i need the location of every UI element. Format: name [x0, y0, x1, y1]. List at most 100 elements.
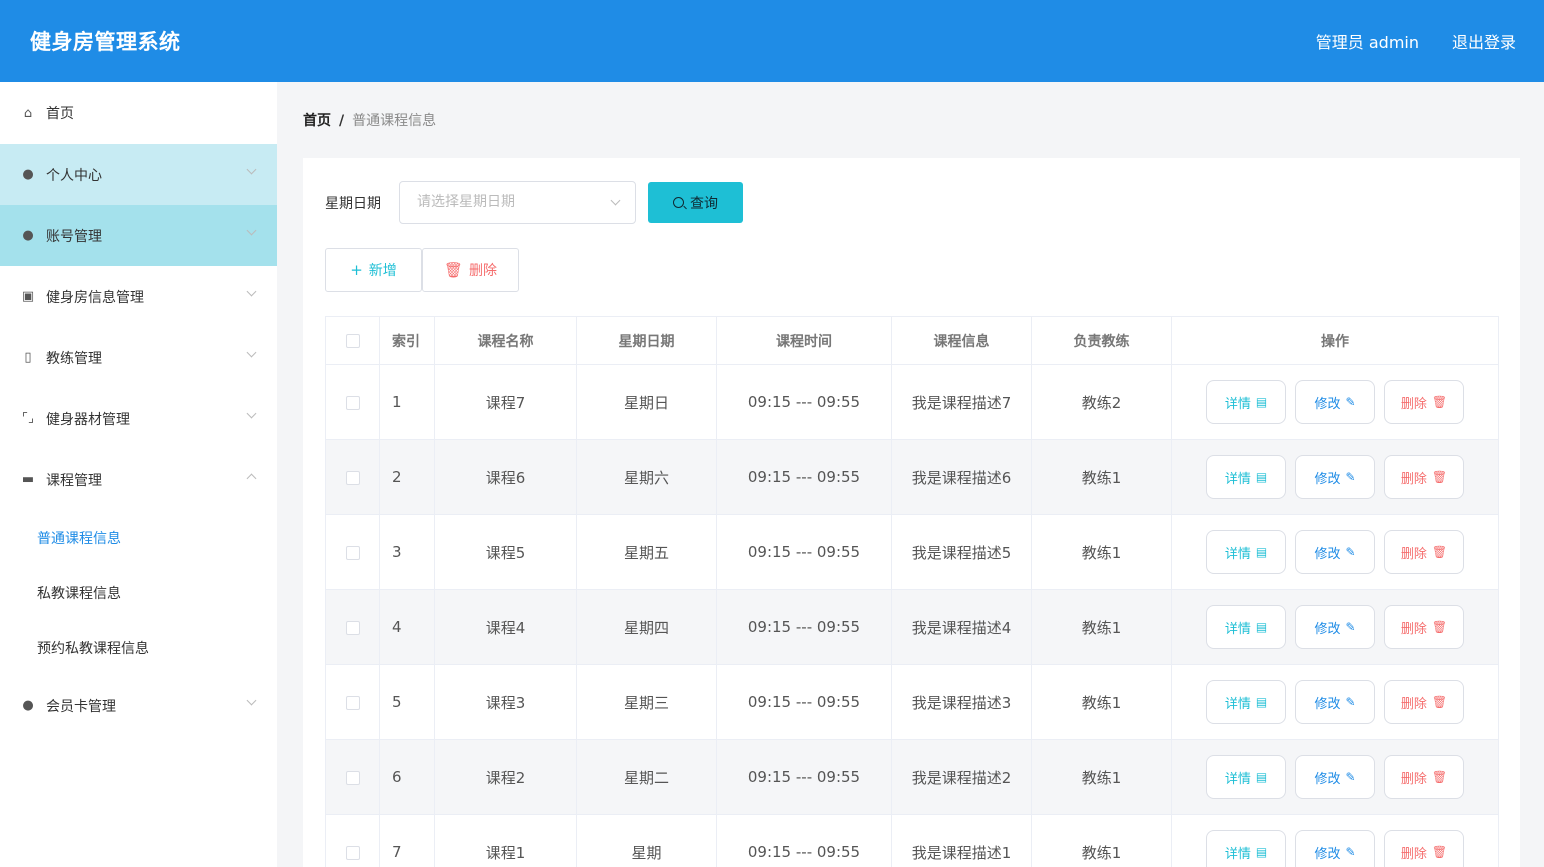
- edit-button[interactable]: 修改 ✎: [1295, 830, 1375, 867]
- row-checkbox[interactable]: [345, 845, 360, 860]
- cell-actions: 详情 ▤ 修改 ✎ 删除 🗑: [1171, 739, 1499, 815]
- edit-button[interactable]: 修改 ✎: [1295, 455, 1375, 499]
- detail-button[interactable]: 详情 ▤: [1206, 455, 1286, 499]
- column-header-actions: 操作: [1171, 316, 1499, 365]
- detail-button[interactable]: 详情 ▤: [1206, 380, 1286, 424]
- current-user-label: 管理员 admin: [1315, 33, 1419, 52]
- delete-button[interactable]: 删除 🗑: [1384, 530, 1464, 574]
- delete-button[interactable]: 删除 🗑: [1384, 755, 1464, 799]
- cell-index: 2: [379, 439, 435, 515]
- chevron-up-icon: [246, 473, 257, 484]
- cell-index: 5: [379, 664, 435, 740]
- column-header-name: 课程名称: [434, 316, 577, 365]
- course-table: 索引 课程名称 星期日期 课程时间 课程信息 负责教练 操作 1 课程7 星期日 09…: [325, 316, 1499, 867]
- row-checkbox[interactable]: [345, 395, 360, 410]
- trash-icon: 🗑: [1431, 770, 1448, 784]
- delete-button[interactable]: 删除 🗑: [1384, 680, 1464, 724]
- table-row: 3 课程5 星期五 09:15 --- 09:55 我是课程描述5 教练1 详情 ▤ 修改 ✎ 删除…: [325, 514, 1499, 590]
- sidebar-subitem-regular-course[interactable]: 普通课程信息: [0, 510, 277, 565]
- chevron-down-icon: [246, 286, 257, 297]
- row-checkbox[interactable]: [345, 545, 360, 560]
- detail-button-label: 详情: [1224, 471, 1251, 487]
- cell-index: 6: [379, 739, 435, 815]
- chevron-down-icon: [246, 695, 257, 706]
- cell-index: 4: [379, 589, 435, 665]
- chevron-down-icon: [246, 347, 257, 358]
- cell-weekday: 星期三: [576, 664, 717, 740]
- edit-button[interactable]: 修改 ✎: [1295, 680, 1375, 724]
- row-checkbox[interactable]: [345, 695, 360, 710]
- edit-button[interactable]: 修改 ✎: [1295, 755, 1375, 799]
- delete-button[interactable]: 删除 🗑: [1384, 830, 1464, 867]
- breadcrumb-home[interactable]: 首页: [303, 113, 331, 129]
- cell-coach: 教练1: [1031, 589, 1172, 665]
- cell-actions: 详情 ▤ 修改 ✎ 删除 🗑: [1171, 364, 1499, 440]
- delete-button[interactable]: 删除 🗑: [1384, 605, 1464, 649]
- cell-course-name: 课程5: [434, 514, 577, 590]
- edit-button[interactable]: 修改 ✎: [1295, 380, 1375, 424]
- detail-button[interactable]: 详情 ▤: [1206, 680, 1286, 724]
- edit-button[interactable]: 修改 ✎: [1295, 530, 1375, 574]
- row-checkbox[interactable]: [345, 620, 360, 635]
- row-actions: 详情 ▤ 修改 ✎ 删除 🗑: [1172, 830, 1498, 867]
- sidebar-subitem-private-booking[interactable]: 预约私教课程信息: [0, 620, 277, 675]
- row-checkbox[interactable]: [345, 770, 360, 785]
- sidebar-item-account-management[interactable]: ● 账号管理: [0, 205, 277, 266]
- sidebar-subitem-private-course[interactable]: 私教课程信息: [0, 565, 277, 620]
- edit-button-label: 修改: [1314, 546, 1341, 562]
- detail-button[interactable]: 详情 ▤: [1206, 755, 1286, 799]
- detail-button[interactable]: 详情 ▤: [1206, 530, 1286, 574]
- delete-button[interactable]: 删除 🗑: [1384, 380, 1464, 424]
- document-icon: ▤: [1255, 695, 1268, 709]
- chevron-down-icon: [246, 225, 257, 236]
- add-button[interactable]: + 新增: [325, 248, 422, 292]
- edit-button-label: 修改: [1314, 771, 1341, 787]
- cell-coach: 教练1: [1031, 439, 1172, 515]
- cell-coach: 教练1: [1031, 814, 1172, 867]
- edit-button-label: 修改: [1314, 846, 1341, 862]
- select-all-checkbox[interactable]: [345, 333, 360, 348]
- pencil-icon: ✎: [1345, 470, 1356, 484]
- logout-link[interactable]: 退出登录: [1452, 29, 1516, 53]
- detail-button[interactable]: 详情 ▤: [1206, 605, 1286, 649]
- edit-button[interactable]: 修改 ✎: [1295, 605, 1375, 649]
- table-row: 7 课程1 星期 09:15 --- 09:55 我是课程描述1 教练1 详情 ▤ 修改 ✎ 删除 🗑: [325, 814, 1499, 867]
- column-header-time: 课程时间: [716, 316, 892, 365]
- sidebar-item-equipment[interactable]: ⌜⌟ 健身器材管理: [0, 388, 277, 449]
- pencil-icon: ✎: [1345, 845, 1356, 859]
- delete-button-label: 删除: [1400, 396, 1427, 412]
- detail-button-label: 详情: [1224, 846, 1251, 862]
- delete-button[interactable]: 删除 🗑: [1384, 455, 1464, 499]
- detail-button-label: 详情: [1224, 546, 1251, 562]
- sidebar-item-personal-center[interactable]: ● 个人中心: [0, 144, 277, 205]
- column-header-info: 课程信息: [891, 316, 1032, 365]
- cell-course-info: 我是课程描述5: [891, 514, 1032, 590]
- chevron-down-icon: [246, 164, 257, 175]
- table-body: 1 课程7 星期日 09:15 --- 09:55 我是课程描述7 教练2 详情 ▤ 修改 ✎ 删除…: [325, 364, 1499, 867]
- cell-weekday: 星期日: [576, 364, 717, 440]
- cell-actions: 详情 ▤ 修改 ✎ 删除 🗑: [1171, 589, 1499, 665]
- sidebar-item-member-card[interactable]: ● 会员卡管理: [0, 675, 277, 736]
- delete-button-label: 删除: [1400, 696, 1427, 712]
- cell-weekday: 星期二: [576, 739, 717, 815]
- bulb-icon: ●: [22, 698, 34, 713]
- batch-delete-button[interactable]: 🗑 删除: [422, 248, 519, 292]
- row-select-cell: [325, 664, 380, 740]
- select-all-cell: [325, 316, 380, 365]
- content-panel: 星期日期 请选择星期日期 查询 + 新增 🗑 删除 索引 课程名称 星期日期 课…: [303, 158, 1520, 867]
- detail-button[interactable]: 详情 ▤: [1206, 830, 1286, 867]
- edit-button-label: 修改: [1314, 621, 1341, 637]
- cell-course-info: 我是课程描述7: [891, 364, 1032, 440]
- sidebar-item-label: 首页: [46, 106, 74, 122]
- sidebar-item-coach-management[interactable]: ▯ 教练管理: [0, 327, 277, 388]
- cell-index: 7: [379, 814, 435, 867]
- board-icon: ▬: [21, 472, 35, 487]
- query-button[interactable]: 查询: [648, 182, 743, 223]
- row-checkbox[interactable]: [345, 470, 360, 485]
- sidebar-item-course-management[interactable]: ▬ 课程管理: [0, 449, 277, 510]
- sidebar-item-gym-info[interactable]: ▣ 健身房信息管理: [0, 266, 277, 327]
- trash-icon: 🗑: [443, 261, 464, 279]
- row-actions: 详情 ▤ 修改 ✎ 删除 🗑: [1172, 755, 1498, 799]
- sidebar-item-home[interactable]: ⌂ 首页: [0, 82, 277, 144]
- weekday-select[interactable]: 请选择星期日期: [399, 181, 636, 224]
